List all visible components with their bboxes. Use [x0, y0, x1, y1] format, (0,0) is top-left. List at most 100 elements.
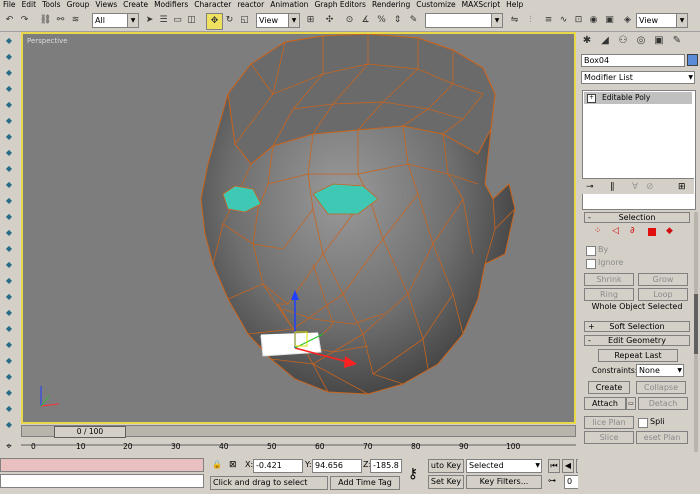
redo-icon[interactable]: ↷	[17, 13, 32, 28]
reactor-tool-icon[interactable]: ◆	[3, 324, 15, 334]
time-slider[interactable]: 0 / 100	[21, 425, 576, 438]
z-coordinate-field[interactable]: -185.8	[370, 459, 402, 473]
reactor-tool-icon[interactable]: ◆	[3, 164, 15, 174]
reactor-tool-icon[interactable]: ◆	[3, 148, 15, 158]
reset-plane-button[interactable]: eset Plan	[636, 431, 688, 444]
motion-tab-icon[interactable]: ◎	[634, 34, 648, 48]
ignore-backfacing-checkbox[interactable]	[586, 259, 596, 269]
menu-modifiers[interactable]: Modifiers	[151, 0, 191, 10]
slice-plane-button[interactable]: lice Plan	[584, 416, 634, 429]
scrollbar-thumb[interactable]	[694, 294, 698, 354]
render-view-dropdown[interactable]: View ▼	[636, 13, 688, 28]
snap-icon[interactable]: ⊙	[342, 13, 357, 28]
split-checkbox[interactable]	[638, 418, 648, 428]
maxscript-output[interactable]	[0, 474, 204, 488]
slice-button[interactable]: Slice	[584, 431, 634, 444]
set-key-button[interactable]: Set Key	[428, 475, 464, 489]
layer-manager-icon[interactable]: ≡	[541, 13, 556, 28]
modify-tab-icon[interactable]: ◢	[598, 34, 612, 48]
create-button[interactable]: Create	[588, 381, 630, 394]
key-mode-toggle-icon[interactable]: ⊶	[548, 476, 556, 485]
pivot-center-icon[interactable]: ⊞	[303, 13, 318, 28]
rect-selection-icon[interactable]: ▭	[170, 13, 185, 28]
element-icon[interactable]: ◆	[666, 226, 673, 236]
pin-stack-icon[interactable]: ⊸	[586, 182, 594, 192]
move-icon[interactable]: ✥	[206, 13, 223, 30]
key-mode-dropdown[interactable]: Selected ▼	[466, 459, 542, 473]
selection-filter-dropdown[interactable]: All ▼	[92, 13, 139, 28]
rotate-icon[interactable]: ↻	[222, 13, 237, 28]
display-tab-icon[interactable]: ▣	[652, 34, 666, 48]
render-scene-icon[interactable]: ▣	[602, 13, 617, 28]
maxscript-listener[interactable]	[0, 458, 204, 472]
attach-list-icon[interactable]: ▭	[626, 397, 636, 410]
auto-key-button[interactable]: uto Key	[428, 459, 464, 473]
create-tab-icon[interactable]: ✱	[580, 34, 594, 48]
stack-item-editable-poly[interactable]: + Editable Poly	[584, 92, 692, 104]
reactor-tool-icon[interactable]: ◆	[3, 420, 15, 430]
detach-button[interactable]: Detach	[638, 397, 688, 410]
reactor-tool-icon[interactable]: ◆	[3, 180, 15, 190]
scale-icon[interactable]: ◱	[237, 13, 252, 28]
reactor-tool-icon[interactable]: ◆	[3, 388, 15, 398]
show-end-result-icon[interactable]: ∥	[610, 182, 615, 192]
reactor-tool-icon[interactable]: ◆	[3, 260, 15, 270]
edit-geometry-rollout-header[interactable]: - Edit Geometry	[584, 335, 690, 346]
track-bar[interactable]: 0 10 20 30 40 50 60 70 80 90 100	[21, 440, 576, 456]
menu-help[interactable]: Help	[503, 0, 526, 10]
mini-curve-editor-icon[interactable]: ⌖	[2, 440, 16, 454]
bind-space-warp-icon[interactable]: ≋	[68, 13, 83, 28]
menu-views[interactable]: Views	[92, 0, 120, 10]
reactor-tool-icon[interactable]: ◆	[3, 308, 15, 318]
align-icon[interactable]: ⫶	[523, 13, 538, 28]
perspective-viewport[interactable]: Perspective	[21, 32, 576, 424]
time-slider-thumb[interactable]: 0 / 100	[54, 426, 126, 438]
edit-named-selection-icon[interactable]: ✎	[406, 13, 421, 28]
undo-icon[interactable]: ↶	[2, 13, 17, 28]
reactor-tool-icon[interactable]: ◆	[3, 196, 15, 206]
menu-file[interactable]: File	[0, 0, 19, 10]
menu-edit[interactable]: Edit	[19, 0, 40, 10]
menu-reactor[interactable]: reactor	[234, 0, 267, 10]
reactor-tool-icon[interactable]: ◆	[3, 356, 15, 366]
menu-group[interactable]: Group	[64, 0, 93, 10]
curve-editor-icon[interactable]: ∿	[556, 13, 571, 28]
attach-button[interactable]: Attach	[584, 397, 626, 410]
reactor-tool-icon[interactable]: ◆	[3, 372, 15, 382]
select-icon[interactable]: ➤	[142, 13, 157, 28]
material-editor-icon[interactable]: ◉	[586, 13, 601, 28]
modifier-list-dropdown[interactable]: Modifier List ▼	[581, 71, 695, 84]
lock-icon[interactable]: 🔒	[212, 460, 222, 472]
menu-graph-editors[interactable]: Graph Editors	[311, 0, 369, 10]
reactor-tool-icon[interactable]: ◆	[3, 276, 15, 286]
expand-icon[interactable]: +	[587, 94, 596, 103]
shrink-button[interactable]: Shrink	[584, 273, 634, 286]
menu-rendering[interactable]: Rendering	[369, 0, 413, 10]
reactor-tool-icon[interactable]: ◆	[3, 84, 15, 94]
utilities-tab-icon[interactable]: ✎	[670, 34, 684, 48]
menu-create[interactable]: Create	[120, 0, 151, 10]
angle-snap-icon[interactable]: ∡	[358, 13, 373, 28]
reactor-tool-icon[interactable]: ◆	[3, 340, 15, 350]
reactor-tool-icon[interactable]: ◆	[3, 100, 15, 110]
reactor-tool-icon[interactable]: ◆	[3, 244, 15, 254]
percent-snap-icon[interactable]: %	[374, 13, 389, 28]
schematic-view-icon[interactable]: ⊡	[571, 13, 586, 28]
polygon-icon[interactable]	[648, 228, 656, 236]
add-time-tag-button[interactable]: Add Time Tag	[330, 476, 400, 490]
goto-start-icon[interactable]: ⏮	[548, 459, 560, 473]
constraints-dropdown[interactable]: None ▼	[636, 364, 684, 377]
selection-rollout-header[interactable]: - Selection	[584, 212, 690, 223]
object-name-field[interactable]: Box04	[581, 54, 685, 67]
reactor-tool-icon[interactable]: ◆	[3, 132, 15, 142]
remove-modifier-icon[interactable]: ⊘	[646, 182, 654, 192]
menu-customize[interactable]: Customize	[413, 0, 458, 10]
select-link-icon[interactable]: ⛓	[38, 13, 53, 28]
by-vertex-checkbox[interactable]	[586, 246, 596, 256]
reactor-tool-icon[interactable]: ◆	[3, 36, 15, 46]
key-icon[interactable]: ⚷	[402, 462, 424, 486]
unlink-icon[interactable]: ⚯	[53, 13, 68, 28]
border-icon[interactable]: ∂	[630, 226, 635, 236]
menu-maxscript[interactable]: MAXScript	[459, 0, 504, 10]
menu-character[interactable]: Character	[191, 0, 234, 10]
